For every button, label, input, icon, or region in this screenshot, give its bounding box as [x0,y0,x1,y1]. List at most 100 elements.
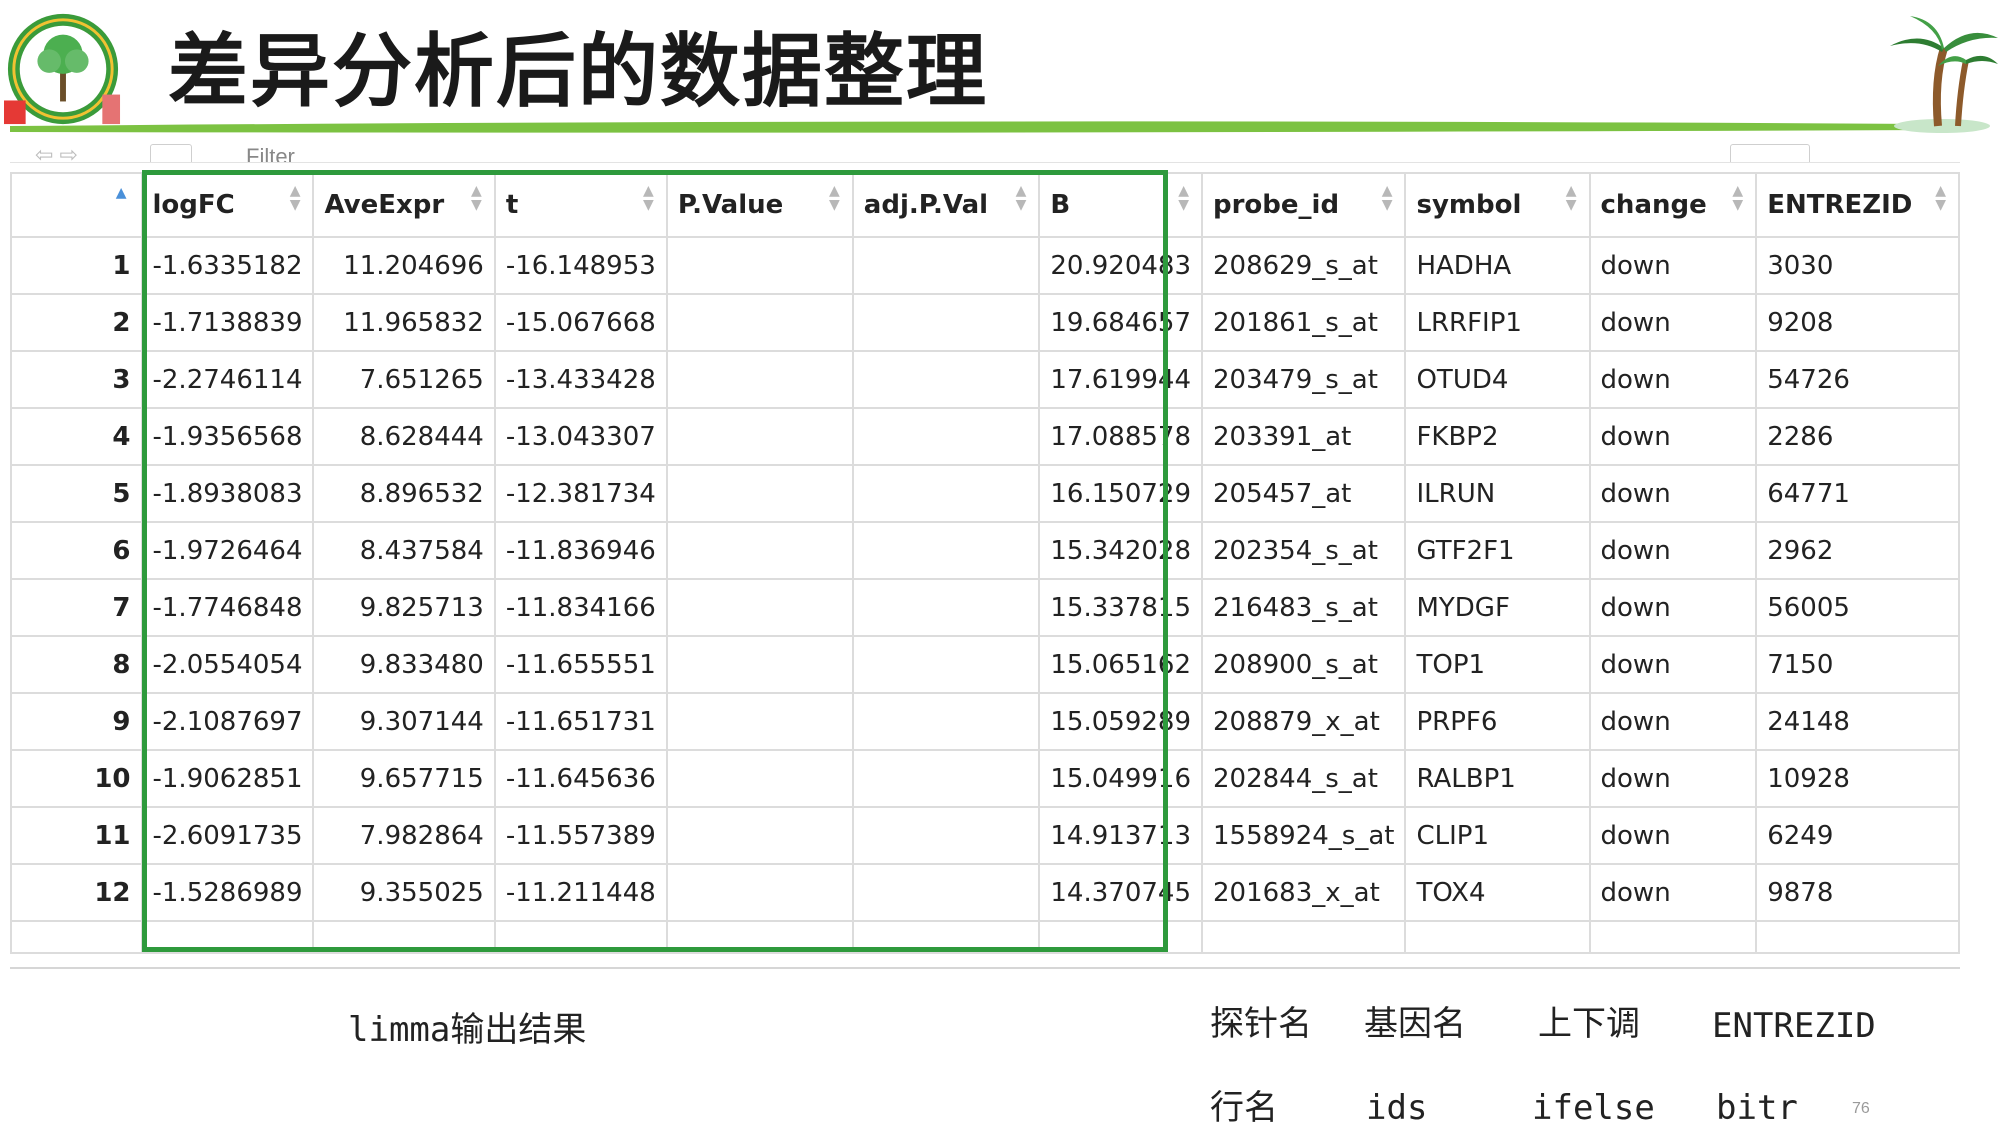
sort-asc-icon: ▲ [115,185,127,201]
results-table: ▲ logFC ▲ ▼ AveExpr ▲ ▼ t ▲ ▼ P.Value ▲ ▼ adj.P.… [10,172,1960,954]
table-row[interactable]: 6 -1.9726464 8.437584 -11.836946 15.342028 20… [10,521,1960,580]
ids-note: ids [1366,1088,1428,1128]
table-row[interactable]: 7 -1.7746848 9.825713 -11.834166 15.337815 21… [10,578,1960,637]
cell-b: 14.913713 [1038,806,1203,865]
cell-t: -11.836946 [493,521,668,580]
cell-adj-p-val [851,749,1041,808]
empty-cell [1200,920,1407,954]
table-row[interactable]: 3 -2.2746114 7.651265 -13.433428 17.619944 20… [10,350,1960,409]
cell-change: down [1588,863,1758,922]
search-icon[interactable] [1730,144,1810,162]
cell-adj-p-val [851,293,1041,352]
table-row[interactable]: 9 -2.1087697 9.307144 -11.651731 15.059289 20… [10,692,1960,751]
cell-entrezid: 9878 [1755,863,1960,922]
bitr-note: bitr [1716,1088,1798,1128]
gene-name-note: 基因名 [1364,1004,1466,1044]
row-number: 4 [10,407,143,466]
cell-logfc: -1.7746848 [140,578,315,637]
cell-change: down [1588,692,1758,751]
cell-adj-p-val [851,578,1041,637]
sort-arrows-icon: ▲ ▼ [643,183,654,213]
cell-probe_id: 201861_s_at [1200,293,1407,352]
cell-change: down [1588,293,1758,352]
cell-t: -11.211448 [493,863,668,922]
column-header[interactable]: symbol ▲ ▼ [1404,172,1591,238]
cell-t: -15.067668 [493,293,668,352]
cell-p-value [665,635,854,694]
table-row[interactable]: 5 -1.8938083 8.896532 -12.381734 16.150729 20… [10,464,1960,523]
cell-logfc: -1.8938083 [140,464,315,523]
cell-p-value [665,863,854,922]
cell-change: down [1588,806,1758,865]
row-number: 6 [10,521,143,580]
cell-logfc: -1.9356568 [140,407,315,466]
page-number: 76 [1852,1100,1870,1117]
cell-adj-p-val [851,407,1041,466]
column-header[interactable]: AveExpr ▲ ▼ [312,172,496,238]
cell-p-value [665,350,854,409]
cell-logfc: -1.6335182 [140,236,315,295]
cell-entrezid: 24148 [1755,692,1960,751]
cell-p-value [665,521,854,580]
row-number: 1 [10,236,143,295]
header-divider [10,121,1930,133]
table-row[interactable]: 1 -1.6335182 11.204696 -16.148953 20.920483 2… [10,236,1960,295]
cell-t: -11.834166 [493,578,668,637]
cell-b: 15.342028 [1038,521,1203,580]
cell-logfc: -1.9062851 [140,749,315,808]
cell-entrezid: 3030 [1755,236,1960,295]
table-row[interactable]: 4 -1.9356568 8.628444 -13.043307 17.088578 20… [10,407,1960,466]
table-row[interactable]: 10 -1.9062851 9.657715 -11.645636 15.049916 2… [10,749,1960,808]
cell-symbol: TOP1 [1404,635,1591,694]
column-header[interactable]: logFC ▲ ▼ [140,172,315,238]
cell-probe_id: 208900_s_at [1200,635,1407,694]
cell-entrezid: 56005 [1755,578,1960,637]
cell-aveexpr: 8.437584 [312,521,496,580]
cell-aveexpr: 9.833480 [312,635,496,694]
sort-arrows-icon: ▲ ▼ [471,183,482,213]
table-row[interactable]: 11 -2.6091735 7.982864 -11.557389 14.913713 1… [10,806,1960,865]
cell-probe_id: 1558924_s_at [1200,806,1407,865]
cell-adj-p-val [851,464,1041,523]
table-row[interactable]: 12 -1.5286989 9.355025 -11.211448 14.370745 2… [10,863,1960,922]
cell-t: -11.651731 [493,692,668,751]
column-header[interactable]: t ▲ ▼ [493,172,668,238]
entrezid-note: ENTREZID [1712,1006,1876,1046]
column-header[interactable]: probe_id ▲ ▼ [1200,172,1407,238]
cell-probe_id: 202844_s_at [1200,749,1407,808]
cell-entrezid: 64771 [1755,464,1960,523]
table-row[interactable]: 8 -2.0554054 9.833480 -11.655551 15.065162 20… [10,635,1960,694]
row-number: 8 [10,635,143,694]
cell-probe_id: 202354_s_at [1200,521,1407,580]
cell-symbol: FKBP2 [1404,407,1591,466]
cell-logfc: -1.7138839 [140,293,315,352]
column-header[interactable]: B ▲ ▼ [1038,172,1203,238]
cell-entrezid: 54726 [1755,350,1960,409]
filter-icon[interactable] [150,144,192,162]
empty-cell [1404,920,1591,954]
sort-arrows-icon: ▲ ▼ [1732,183,1744,213]
column-header[interactable]: adj.P.Val ▲ ▼ [851,172,1041,238]
cell-t: -16.148953 [493,236,668,295]
sort-arrows-icon: ▲ ▼ [1381,183,1393,213]
column-header[interactable]: P.Value ▲ ▼ [665,172,854,238]
table-row[interactable]: 2 -1.7138839 11.965832 -15.067668 19.684657 2… [10,293,1960,352]
back-forward-icon[interactable]: ⇦ ⇨ [35,144,78,163]
cell-probe_id: 201683_x_at [1200,863,1407,922]
cell-aveexpr: 9.825713 [312,578,496,637]
cell-change: down [1588,236,1758,295]
cell-p-value [665,692,854,751]
rownum-header[interactable]: ▲ [10,172,143,238]
filter-label: Filter [246,144,295,163]
empty-cell [493,920,668,954]
cell-t: -11.557389 [493,806,668,865]
cell-adj-p-val [851,863,1041,922]
cell-entrezid: 2962 [1755,521,1960,580]
cell-entrezid: 2286 [1755,407,1960,466]
cell-b: 17.088578 [1038,407,1203,466]
sort-arrows-icon: ▲ ▼ [1565,183,1577,213]
column-header[interactable]: ENTREZID ▲ ▼ [1755,172,1960,238]
cell-logfc: -2.6091735 [140,806,315,865]
column-header[interactable]: change ▲ ▼ [1588,172,1758,238]
row-number: 5 [10,464,143,523]
